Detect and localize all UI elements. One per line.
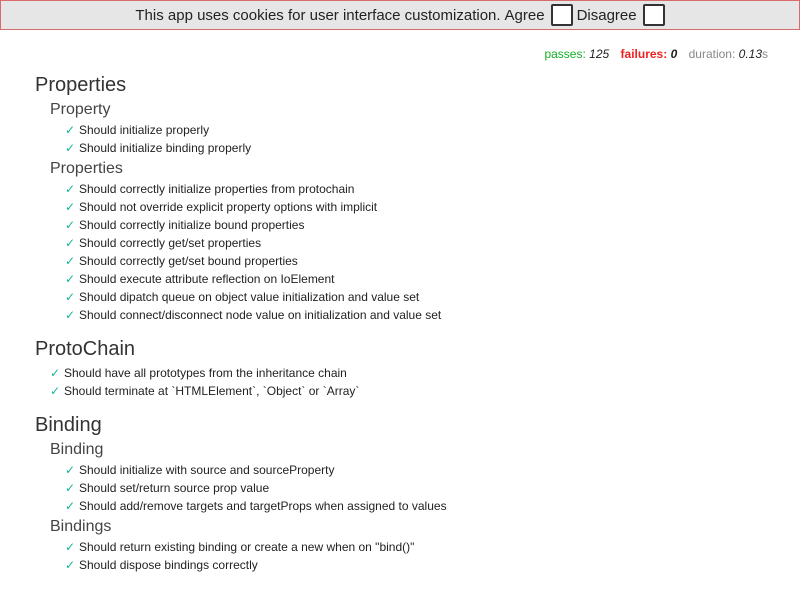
- suite: ProtoChain ✓ Should have all prototypes fr…: [35, 336, 755, 400]
- agree-label[interactable]: Agree: [505, 7, 545, 24]
- duration-unit: s: [762, 47, 768, 61]
- check-icon: ✓: [65, 290, 76, 304]
- passes-stat[interactable]: passes: 125: [544, 47, 609, 61]
- test-item[interactable]: ✓ Should terminate at `HTMLElement`, `Obj…: [35, 382, 755, 400]
- check-icon: ✓: [50, 366, 61, 380]
- agree-option[interactable]: Agree: [505, 4, 573, 26]
- test-label: Should dipatch queue on object value ini…: [79, 290, 420, 304]
- subsuite: Bindings ✓ Should return existing binding …: [35, 517, 755, 574]
- test-label: Should dispose bindings correctly: [79, 558, 258, 572]
- agree-checkbox[interactable]: [550, 4, 573, 26]
- check-icon: ✓: [65, 481, 76, 495]
- test-item[interactable]: ✓ Should initialize binding properly: [35, 139, 755, 157]
- check-icon: ✓: [65, 272, 76, 286]
- failures-value: 0: [670, 47, 678, 61]
- test-stats: passes: 125 failures: 0 duration: 0.13s: [536, 47, 768, 61]
- test-label: Should initialize properly: [79, 123, 210, 137]
- test-label: Should execute attribute reflection on I…: [79, 272, 335, 286]
- suite: Properties Property ✓ Should initialize pro…: [35, 72, 755, 324]
- test-item[interactable]: ✓ Should have all prototypes from the inh…: [35, 364, 755, 382]
- test-item[interactable]: ✓ Should execute attribute reflection on …: [35, 270, 755, 288]
- test-label: Should terminate at `HTMLElement`, `Obje…: [64, 384, 360, 398]
- subsuite-title[interactable]: Bindings: [50, 517, 755, 537]
- subsuite: Properties ✓ Should correctly initialize p…: [35, 159, 755, 324]
- test-item[interactable]: ✓ Should return existing binding or creat…: [35, 538, 755, 556]
- check-icon: ✓: [65, 123, 76, 137]
- cookie-banner: This app uses cookies for user interface…: [0, 0, 800, 30]
- check-icon: ✓: [65, 463, 76, 477]
- suite-title[interactable]: ProtoChain: [35, 336, 755, 362]
- subsuite-title[interactable]: Property: [50, 100, 755, 120]
- duration-value: 0.13: [738, 47, 762, 61]
- suite: Binding Binding ✓ Should initialize with so…: [35, 412, 755, 574]
- disagree-checkbox[interactable]: [642, 4, 665, 26]
- test-label: Should set/return source prop value: [79, 481, 270, 495]
- suite-title[interactable]: Binding: [35, 412, 755, 438]
- test-item[interactable]: ✓ Should correctly get/set properties: [35, 234, 755, 252]
- check-icon: ✓: [65, 499, 76, 513]
- check-icon: ✓: [65, 200, 76, 214]
- test-label: Should connect/disconnect node value on …: [79, 308, 442, 322]
- subsuite-title[interactable]: Properties: [50, 159, 755, 179]
- test-item[interactable]: ✓ Should add/remove targets and targetPro…: [35, 497, 755, 515]
- check-icon: ✓: [65, 540, 76, 554]
- cookie-banner-text: This app uses cookies for user interface…: [135, 6, 501, 24]
- test-label: Should return existing binding or create…: [79, 540, 415, 554]
- check-icon: ✓: [65, 182, 76, 196]
- check-icon: ✓: [50, 384, 61, 398]
- test-item[interactable]: ✓ Should dipatch queue on object value in…: [35, 288, 755, 306]
- test-label: Should correctly initialize properties f…: [79, 182, 355, 196]
- test-label: Should not override explicit property op…: [79, 200, 378, 214]
- duration-label: duration:: [688, 47, 736, 61]
- test-label: Should correctly initialize bound proper…: [79, 218, 305, 232]
- test-label: Should add/remove targets and targetProp…: [79, 499, 447, 513]
- test-item[interactable]: ✓ Should not override explicit property o…: [35, 198, 755, 216]
- test-label: Should have all prototypes from the inhe…: [64, 366, 347, 380]
- suite-title[interactable]: Properties: [35, 72, 755, 98]
- test-item[interactable]: ✓ Should initialize properly: [35, 121, 755, 139]
- failures-stat[interactable]: failures: 0: [621, 47, 678, 61]
- test-item[interactable]: ✓ Should correctly initialize properties …: [35, 180, 755, 198]
- test-report: Properties Property ✓ Should initialize pro…: [35, 72, 755, 586]
- passes-value: 125: [589, 47, 610, 61]
- test-label: Should initialize with source and source…: [79, 463, 335, 477]
- check-icon: ✓: [65, 254, 76, 268]
- test-item[interactable]: ✓ Should initialize with source and sourc…: [35, 461, 755, 479]
- test-item[interactable]: ✓ Should set/return source prop value: [35, 479, 755, 497]
- disagree-label[interactable]: Disagree: [577, 7, 637, 24]
- check-icon: ✓: [65, 141, 76, 155]
- subsuite: Binding ✓ Should initialize with source an…: [35, 440, 755, 515]
- test-label: Should initialize binding properly: [79, 141, 252, 155]
- subsuite: Property ✓ Should initialize properly ✓ Shou…: [35, 100, 755, 157]
- check-icon: ✓: [65, 308, 76, 322]
- duration-stat: duration: 0.13s: [689, 47, 768, 61]
- passes-label: passes:: [544, 47, 586, 61]
- check-icon: ✓: [65, 558, 76, 572]
- test-item[interactable]: ✓ Should correctly initialize bound prope…: [35, 216, 755, 234]
- test-item[interactable]: ✓ Should connect/disconnect node value on…: [35, 306, 755, 324]
- test-item[interactable]: ✓ Should dispose bindings correctly: [35, 556, 755, 574]
- check-icon: ✓: [65, 236, 76, 250]
- test-item[interactable]: ✓ Should correctly get/set bound properti…: [35, 252, 755, 270]
- subsuite-title[interactable]: Binding: [50, 440, 755, 460]
- check-icon: ✓: [65, 218, 76, 232]
- test-label: Should correctly get/set properties: [79, 236, 262, 250]
- test-label: Should correctly get/set bound propertie…: [79, 254, 298, 268]
- failures-label: failures:: [620, 47, 668, 61]
- disagree-option[interactable]: Disagree: [577, 4, 665, 26]
